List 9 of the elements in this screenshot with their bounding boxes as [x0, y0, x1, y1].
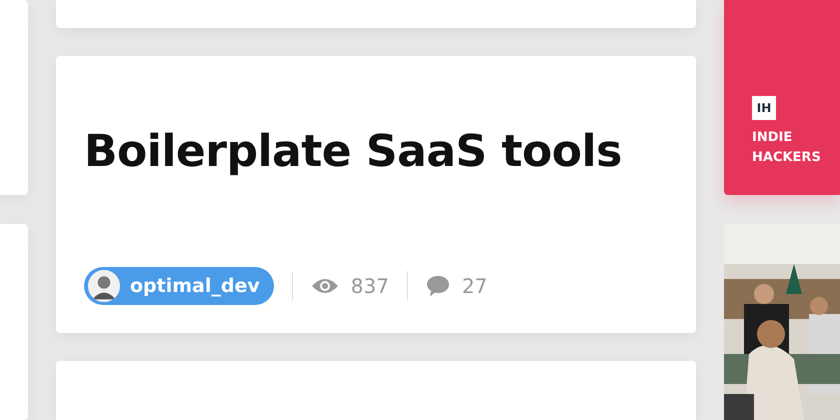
sponsor-card[interactable]: IH INDIE HACKERS: [724, 0, 840, 195]
view-count: 837: [350, 274, 389, 298]
post-title[interactable]: Boilerplate SaaS tools: [84, 126, 622, 177]
logo-badge: IH: [752, 96, 776, 120]
eye-icon: [310, 277, 339, 295]
comment-icon: [426, 274, 450, 298]
sponsor-name: INDIE HACKERS: [752, 129, 822, 166]
avatar-icon: [86, 268, 122, 304]
comment-count: 27: [462, 274, 488, 298]
